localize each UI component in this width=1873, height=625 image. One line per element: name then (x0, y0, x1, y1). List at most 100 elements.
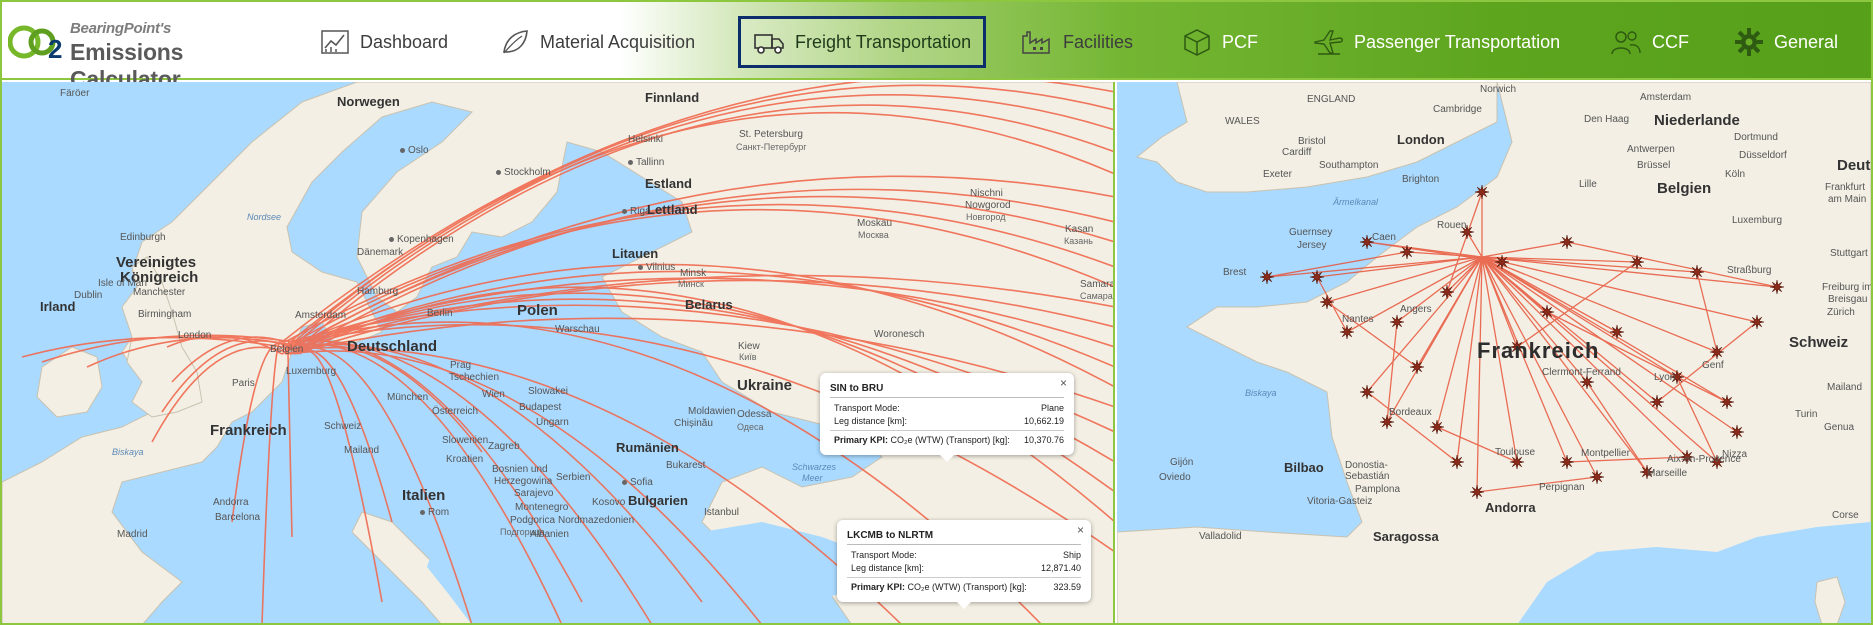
map-label: Wien (482, 389, 505, 400)
map-label: Zagreb (488, 441, 520, 452)
map-label: Guernsey (1289, 227, 1333, 238)
nav-label-passenger-transportation: Passenger Transportation (1354, 31, 1561, 52)
factory-icon (1022, 31, 1050, 54)
map-label: Turin (1795, 409, 1818, 420)
map-label: Corse (1832, 510, 1859, 521)
map-label: Tschechien (449, 372, 500, 383)
map-label: Jersey (1297, 240, 1327, 251)
nav-item-freight-transportation[interactable]: Freight Transportation (738, 16, 986, 68)
map-label: Kopenhagen (389, 234, 454, 245)
map-label: Ungarn (536, 417, 569, 428)
map-label: Köln (1725, 169, 1746, 180)
map-label: Lettland (647, 202, 698, 217)
france-routes-map[interactable]: Norwich ENGLAND Cambridge Amsterdam WALE… (1117, 82, 1871, 623)
map-label: Frankfurt (1825, 182, 1866, 193)
map-label: Berlin (427, 308, 453, 319)
nav-item-ccf[interactable]: CCF (1598, 16, 1701, 68)
map-label: Budapest (519, 402, 562, 413)
map-label: Odessa (737, 409, 772, 420)
location-marker (1389, 314, 1405, 330)
map-label: Pamplona (1355, 484, 1401, 495)
map-label: Amsterdam (1640, 92, 1692, 103)
map-label: Київ (739, 352, 757, 362)
location-marker (1409, 359, 1425, 375)
nav-label-material-acquisition: Material Acquisition (540, 31, 696, 52)
map-label: Luxemburg (1732, 215, 1783, 226)
map-label: Schwarzes (792, 462, 837, 472)
map-label: Luxemburg (286, 366, 337, 377)
map-label: Lyon (1654, 372, 1676, 383)
location-marker (1559, 234, 1575, 250)
tooltip-row: Transport Mode: Ship (851, 550, 1081, 560)
map-label: Казань (1064, 236, 1093, 246)
gear-icon (1735, 28, 1763, 56)
map-label: Dortmund (1734, 132, 1778, 143)
location-marker (1429, 419, 1445, 435)
map-label: Brüssel (1637, 160, 1671, 171)
map-label: Kasan (1065, 224, 1094, 235)
location-marker (1494, 254, 1510, 270)
map-label: Frankreich (1477, 338, 1600, 363)
map-label: Kiew (738, 341, 760, 352)
location-marker (1309, 269, 1325, 285)
map-label: Herzegowina (494, 476, 553, 487)
nav-label-dashboard: Dashboard (360, 31, 449, 52)
map-label: Straßburg (1727, 265, 1772, 276)
map-label: Bulgarien (628, 493, 688, 508)
brand-logo[interactable]: 2 BearingPoint's Emissions Calculator (8, 14, 278, 92)
location-marker (1319, 294, 1335, 310)
location-marker (1769, 279, 1785, 295)
map-label: Nowgorod (965, 200, 1011, 211)
map-label: WALES (1225, 116, 1260, 127)
chart-icon (321, 30, 349, 54)
route-tooltip-lkcmb-nlrtm: × LKCMB to NLRTM Transport Mode: Ship Le… (837, 520, 1091, 609)
map-label: Kosovo (592, 497, 626, 508)
map-label: Andorra (1485, 500, 1536, 515)
map-label: Den Haag (1584, 114, 1630, 125)
map-label: Saragossa (1373, 529, 1439, 544)
tooltip-kpi-row: Primary KPI: CO₂e (WTW) (Transport) [kg]… (847, 577, 1081, 594)
close-icon[interactable]: × (1077, 523, 1084, 537)
location-marker (1439, 284, 1455, 300)
map-label: Rouen (1437, 220, 1467, 231)
nav-item-passenger-transportation[interactable]: Passenger Transportation (1300, 16, 1572, 68)
nav-label-pcf: PCF (1222, 31, 1258, 52)
map-label: Rom (420, 507, 449, 518)
close-icon[interactable]: × (1060, 376, 1067, 390)
map-label: Düsseldorf (1739, 150, 1787, 161)
map-label: Färöer (60, 88, 90, 99)
map-label: Bukarest (666, 460, 706, 471)
nav-item-material-acquisition[interactable]: Material Acquisition (488, 16, 707, 68)
nav-label-general: General (1774, 31, 1839, 52)
nav-item-facilities[interactable]: Facilities (1009, 16, 1145, 68)
europe-routes-map[interactable]: Färöer Norwegen Finnland Oslo Helsinki S… (2, 82, 1115, 623)
map-label: Montpellier (1581, 448, 1630, 459)
map-label: Slowenien (442, 435, 489, 446)
location-marker (1399, 244, 1415, 260)
map-label: Helsinki (628, 134, 664, 145)
map-label: Albanien (530, 529, 569, 540)
map-label: Dublin (74, 290, 103, 301)
nav-item-dashboard[interactable]: Dashboard (308, 16, 460, 68)
map-label: Freiburg im (1822, 282, 1871, 293)
map-label: Москва (858, 230, 889, 240)
map-label: Zürich (1827, 307, 1855, 318)
map-label: Toulouse (1495, 447, 1536, 458)
location-marker (1629, 254, 1645, 270)
co2-logo-icon: 2 (8, 25, 62, 64)
nav-item-general[interactable]: General (1722, 16, 1850, 68)
brand-line1: BearingPoint's (70, 20, 172, 37)
map-label: Serbien (556, 472, 591, 483)
map-label: Exeter (1263, 169, 1292, 180)
map-label: Southampton (1319, 160, 1379, 171)
nav-item-pcf[interactable]: PCF (1170, 16, 1270, 68)
map-label: Moskau (857, 218, 893, 229)
plane-icon (1314, 30, 1343, 55)
map-label: Nantes (1342, 314, 1374, 325)
map-label: Angers (1400, 304, 1432, 315)
map-label: Sebastián (1345, 471, 1390, 482)
map-label: Valladolid (1199, 531, 1242, 542)
location-marker (1729, 424, 1745, 440)
location-marker (1539, 304, 1555, 320)
map-label: Mailand (344, 445, 380, 456)
